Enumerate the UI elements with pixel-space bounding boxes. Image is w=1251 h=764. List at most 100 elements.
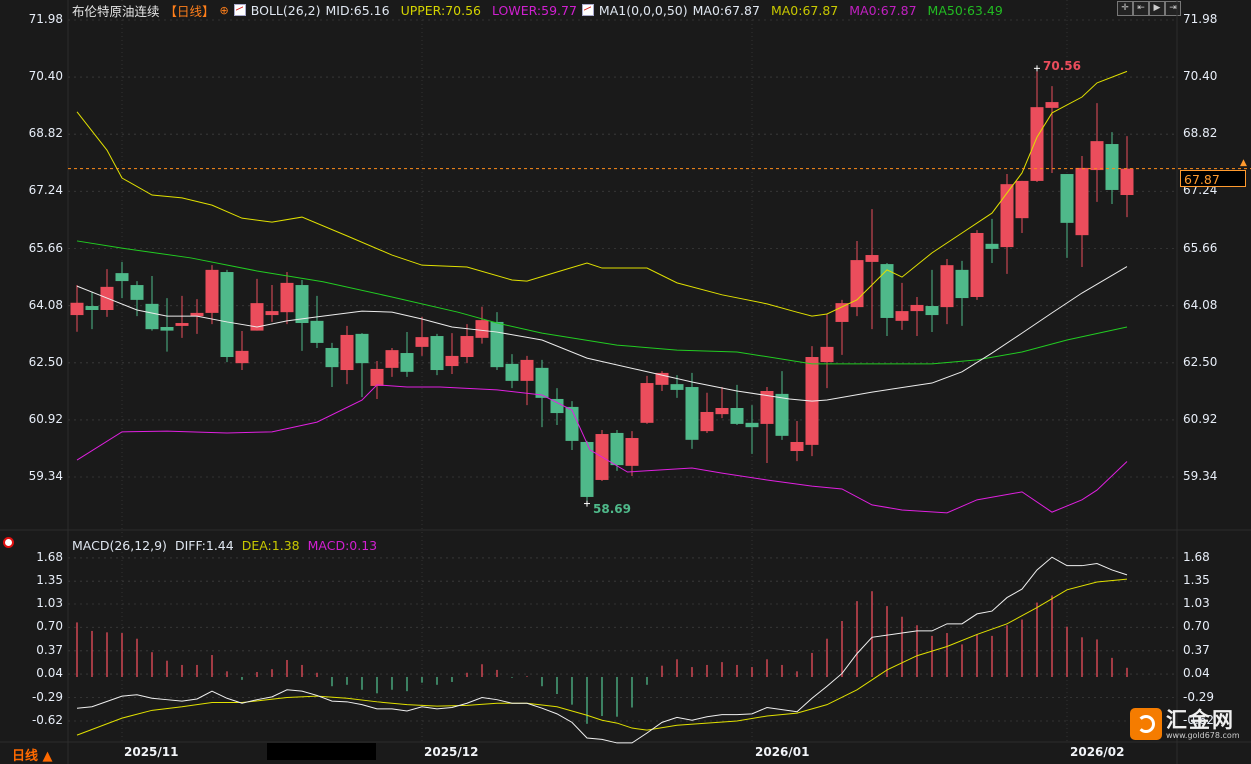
candle (625, 431, 639, 476)
candle-body (220, 272, 234, 358)
logo: 汇金网 www.gold678.com (1130, 708, 1240, 740)
candle-body (1075, 167, 1089, 236)
candle (295, 279, 309, 351)
candle-body (640, 383, 654, 423)
axis-tick-label: 65.66 (28, 240, 63, 255)
macd-settings-icon[interactable] (3, 537, 14, 548)
candle (70, 285, 84, 332)
candle (685, 372, 699, 449)
candle-body (790, 441, 804, 452)
candle-body (430, 336, 444, 371)
candle (1015, 180, 1029, 233)
axis-tick-label: 60.92 (1183, 411, 1218, 426)
macd-panel (76, 556, 1128, 744)
candle (250, 278, 264, 331)
axis-tick-label: 1.35 (1183, 573, 1210, 588)
candle-body (520, 359, 534, 381)
candle (850, 240, 864, 317)
candle (400, 332, 414, 377)
candle-body (85, 306, 99, 311)
candle (505, 354, 519, 389)
candle (205, 265, 219, 325)
candle (1045, 86, 1059, 173)
candle (145, 276, 159, 331)
candle (1090, 103, 1104, 202)
candle-body (445, 355, 459, 367)
logo-name: 汇金网 (1166, 707, 1235, 732)
candle (415, 316, 429, 356)
axis-tick-label: 1.03 (36, 595, 63, 610)
axis-tick-label: 1.03 (1183, 595, 1210, 610)
candle-body (205, 269, 219, 313)
candle-body (745, 422, 759, 428)
candle-body (535, 367, 549, 398)
candle (790, 421, 804, 462)
candle-body (280, 282, 294, 313)
axis-tick-label: -0.29 (31, 689, 63, 704)
candle-body (835, 303, 849, 322)
chart-canvas[interactable] (0, 0, 1251, 764)
candle-body (415, 337, 429, 347)
candle-body (1120, 168, 1134, 196)
axis-tick-label: 59.34 (1183, 469, 1218, 484)
price-up-arrow-icon[interactable]: ▲ (1240, 158, 1247, 168)
candle (610, 430, 624, 471)
candle-body (340, 334, 354, 371)
candle (265, 285, 279, 322)
candle (535, 359, 549, 428)
candle (100, 269, 114, 317)
candle (460, 324, 474, 364)
candle-body (550, 398, 564, 414)
candle (1000, 174, 1014, 274)
candle (820, 313, 834, 389)
axis-tick-label: 60.92 (28, 411, 63, 426)
candle-body (325, 347, 339, 368)
period-button[interactable]: 日线 ▲ (12, 745, 53, 764)
date-label: 2025/11 (124, 745, 179, 759)
candle (760, 387, 774, 463)
candle-body (985, 243, 999, 249)
candle (775, 371, 789, 440)
current-price-box: 67.87 (1180, 170, 1246, 187)
candle (520, 355, 534, 406)
candle-body (460, 336, 474, 358)
candle (445, 333, 459, 375)
date-label: 2026/02 (1070, 745, 1125, 759)
candle-body (145, 303, 159, 330)
axis-tick-label: -0.62 (31, 712, 63, 727)
candle (370, 360, 384, 399)
low-price-label: 58.69 (593, 502, 631, 516)
redacted-region (267, 743, 376, 760)
candle (925, 269, 939, 333)
candle (355, 333, 369, 398)
macd-value: MACD:0.13 (307, 538, 378, 553)
axis-tick-label: 59.34 (28, 469, 63, 484)
ma50-line (76, 240, 1128, 365)
candle (385, 347, 399, 377)
axis-tick-label: 71.98 (1183, 12, 1218, 26)
candle-body (115, 273, 129, 282)
candle (580, 440, 594, 501)
candle-body (730, 407, 744, 424)
macd-label: MACD(26,12,9) (72, 538, 167, 553)
candle-body (490, 321, 504, 368)
candle-body (310, 320, 324, 343)
axis-tick-label: 64.08 (1183, 297, 1218, 312)
candle-body (175, 323, 189, 326)
candle-body (475, 320, 489, 338)
candle-body (580, 441, 594, 497)
candle-body (700, 411, 714, 432)
grid (0, 0, 1251, 764)
candle-body (295, 285, 309, 324)
candle (490, 312, 504, 371)
candle-body (235, 350, 249, 364)
candle (640, 375, 654, 424)
axis-tick-label: 64.08 (28, 297, 63, 312)
axis-tick-label: 62.50 (28, 354, 63, 369)
candle-body (610, 432, 624, 466)
axis-tick-label: 1.68 (1183, 549, 1210, 564)
axis-tick-label: 65.66 (1183, 240, 1218, 255)
candle (1075, 155, 1089, 267)
axis-tick-label: -0.29 (1183, 689, 1215, 704)
candle (430, 333, 444, 376)
